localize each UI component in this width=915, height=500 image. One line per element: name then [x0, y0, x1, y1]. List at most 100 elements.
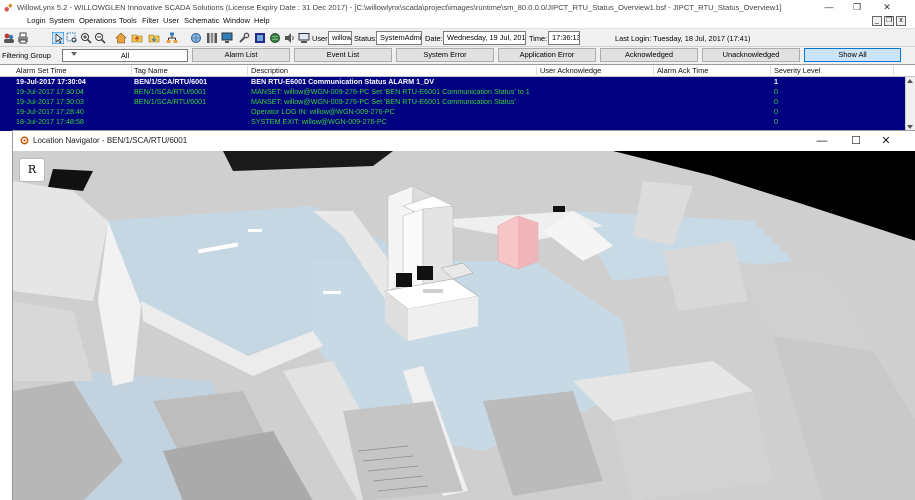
network-icon[interactable]	[190, 32, 202, 44]
column-header-user-acknowledge[interactable]: User Acknowledge	[540, 66, 654, 75]
app-logo-icon	[4, 3, 13, 12]
menu-user[interactable]: User	[163, 16, 179, 25]
cell-time: 19-Jul-2017 17:30:04	[16, 87, 84, 96]
mdi-close-button[interactable]: x	[896, 16, 906, 26]
table-header: Alarm Set Time Tag Name Description User…	[0, 65, 915, 77]
mdi-restore-button[interactable]: ❐	[884, 16, 894, 26]
table-row[interactable]: 19-Jul-2017 17:30:04 BEN/1/SCA/RTU/6001 …	[0, 77, 905, 87]
users-icon[interactable]	[3, 32, 15, 44]
status-field: SystemAdmin	[376, 31, 422, 45]
folder-up-icon[interactable]	[131, 32, 143, 44]
last-login-text: Last Login: Tuesday, 18 Jul, 2017 (17:41…	[615, 34, 751, 43]
cell-severity: 0	[774, 107, 778, 116]
time-label: Time:	[529, 34, 548, 43]
cell-severity: 0	[774, 87, 778, 96]
cell-severity: 0	[774, 97, 778, 106]
database-icon[interactable]	[254, 32, 266, 44]
3d-floor-plan-view[interactable]: R	[13, 151, 915, 500]
time-field: 17:36:13	[548, 31, 580, 45]
cell-time: 19-Jul-2017 17:30:03	[16, 97, 84, 106]
toolbar: User: willow Status: SystemAdmin Date: W…	[0, 28, 915, 47]
filter-bar: Filtering Group All Alarm List Event Lis…	[0, 47, 915, 64]
zoom-out-icon[interactable]	[94, 32, 106, 44]
minimize-button[interactable]: —	[822, 1, 836, 13]
menu-help[interactable]: Help	[254, 16, 270, 25]
cell-time: 18-Jul-2017 17:48:58	[16, 117, 84, 126]
folder-down-icon[interactable]	[148, 32, 160, 44]
filtering-group-label: Filtering Group	[2, 51, 51, 60]
3d-scene-canvas[interactable]	[13, 151, 915, 500]
menu-bar: Login System Operations Tools Filter Use…	[0, 15, 915, 28]
zoom-in-icon[interactable]	[80, 32, 92, 44]
cell-description: BEN RTU-E6001 Communication Status ALARM…	[251, 77, 435, 86]
column-header-alarm-ack-time[interactable]: Alarm Ack Time	[657, 66, 771, 75]
cell-severity: 1	[774, 77, 778, 86]
pointer-icon[interactable]	[52, 32, 64, 44]
menu-operations[interactable]: Operations	[79, 16, 116, 25]
cell-time: 19-Jul-2017 17:28:40	[16, 107, 84, 116]
navigator-maximize-button[interactable]: ☐	[847, 133, 865, 149]
alarm-list-button[interactable]: Alarm List	[192, 48, 290, 62]
date-label: Date:	[425, 34, 443, 43]
columns-icon[interactable]	[206, 32, 218, 44]
user-field: willow	[328, 31, 352, 45]
print-icon[interactable]	[17, 32, 29, 44]
scroll-down-icon[interactable]	[907, 125, 913, 129]
close-button[interactable]: ✕	[880, 1, 894, 13]
alarm-table: Alarm Set Time Tag Name Description User…	[0, 64, 915, 131]
tools-icon[interactable]	[238, 32, 250, 44]
restore-button[interactable]: ❐	[850, 1, 864, 13]
acknowledged-button[interactable]: Acknowledged	[600, 48, 698, 62]
event-list-button[interactable]: Event List	[294, 48, 392, 62]
zoom-area-icon[interactable]	[66, 32, 78, 44]
cell-time: 19-Jul-2017 17:30:04	[16, 77, 86, 86]
globe-icon[interactable]	[269, 32, 281, 44]
alarm-table-scrollbar[interactable]	[905, 77, 915, 131]
menu-filter[interactable]: Filter	[142, 16, 159, 25]
window-title: WillowLynx 5.2 - WILLOWGLEN Innovative S…	[17, 3, 782, 12]
show-all-button[interactable]: Show All	[804, 48, 901, 62]
cell-tag: BEN/1/SCA/RTU/6001	[134, 87, 207, 96]
navigator-gear-icon	[20, 136, 29, 145]
menu-window[interactable]: Window	[223, 16, 250, 25]
cell-description: SYSTEM EXIT: willow@WGN-009-276-PC	[251, 117, 387, 126]
application-error-button[interactable]: Application Error	[498, 48, 596, 62]
navigator-title-bar: Location Navigator - BEN/1/SCA/RTU/6001 …	[13, 131, 915, 151]
app-title-bar: WillowLynx 5.2 - WILLOWGLEN Innovative S…	[0, 0, 915, 15]
monitor-icon[interactable]	[221, 32, 233, 44]
menu-tools[interactable]: Tools	[119, 16, 137, 25]
table-row[interactable]: 19-Jul-2017 17:28:40 Operator LOG IN: wi…	[0, 107, 905, 117]
cell-severity: 0	[774, 117, 778, 126]
column-header-severity-level[interactable]: Severity Level	[774, 66, 894, 75]
scroll-up-icon[interactable]	[907, 79, 913, 83]
reset-view-button[interactable]: R	[19, 158, 45, 182]
column-header-description[interactable]: Description	[251, 66, 537, 75]
navigator-close-button[interactable]: ✕	[877, 133, 895, 149]
table-row[interactable]: 18-Jul-2017 17:48:58 SYSTEM EXIT: willow…	[0, 117, 905, 127]
menu-schematic[interactable]: Schematic	[184, 16, 219, 25]
hierarchy-icon[interactable]	[166, 32, 178, 44]
cell-description: MANSET: willow@WGN-009-276-PC Set 'BEN R…	[251, 97, 516, 106]
date-field: Wednesday, 19 Jul, 2017	[443, 31, 526, 45]
table-row[interactable]: 19-Jul-2017 17:30:03 BEN/1/SCA/RTU/6001 …	[0, 97, 905, 107]
menu-login[interactable]: Login	[27, 16, 46, 25]
unacknowledged-button[interactable]: Unacknowledged	[702, 48, 800, 62]
home-icon[interactable]	[115, 32, 127, 44]
column-header-tag-name[interactable]: Tag Name	[134, 66, 248, 75]
navigator-minimize-button[interactable]: —	[813, 133, 831, 149]
speaker-icon[interactable]	[284, 32, 296, 44]
table-row[interactable]: 19-Jul-2017 17:30:04 BEN/1/SCA/RTU/6001 …	[0, 87, 905, 97]
status-label: Status:	[354, 34, 378, 43]
cell-description: MANSET: willow@WGN-009-276-PC Set 'BEN R…	[251, 87, 530, 96]
computer-icon[interactable]	[298, 32, 310, 44]
menu-system[interactable]: System	[49, 16, 74, 25]
location-navigator-window: Location Navigator - BEN/1/SCA/RTU/6001 …	[12, 130, 915, 500]
alarm-rows: 19-Jul-2017 17:30:04 BEN/1/SCA/RTU/6001 …	[0, 77, 905, 131]
column-header-alarm-set-time[interactable]: Alarm Set Time	[16, 66, 132, 75]
system-error-button[interactable]: System Error	[396, 48, 494, 62]
cell-tag: BEN/1/SCA/RTU/6001	[134, 97, 207, 106]
mdi-minimize-button[interactable]: _	[872, 16, 882, 26]
dropdown-arrow-icon[interactable]	[71, 52, 77, 56]
filtering-group-select[interactable]: All	[62, 49, 188, 62]
navigator-title: Location Navigator - BEN/1/SCA/RTU/6001	[33, 136, 188, 145]
